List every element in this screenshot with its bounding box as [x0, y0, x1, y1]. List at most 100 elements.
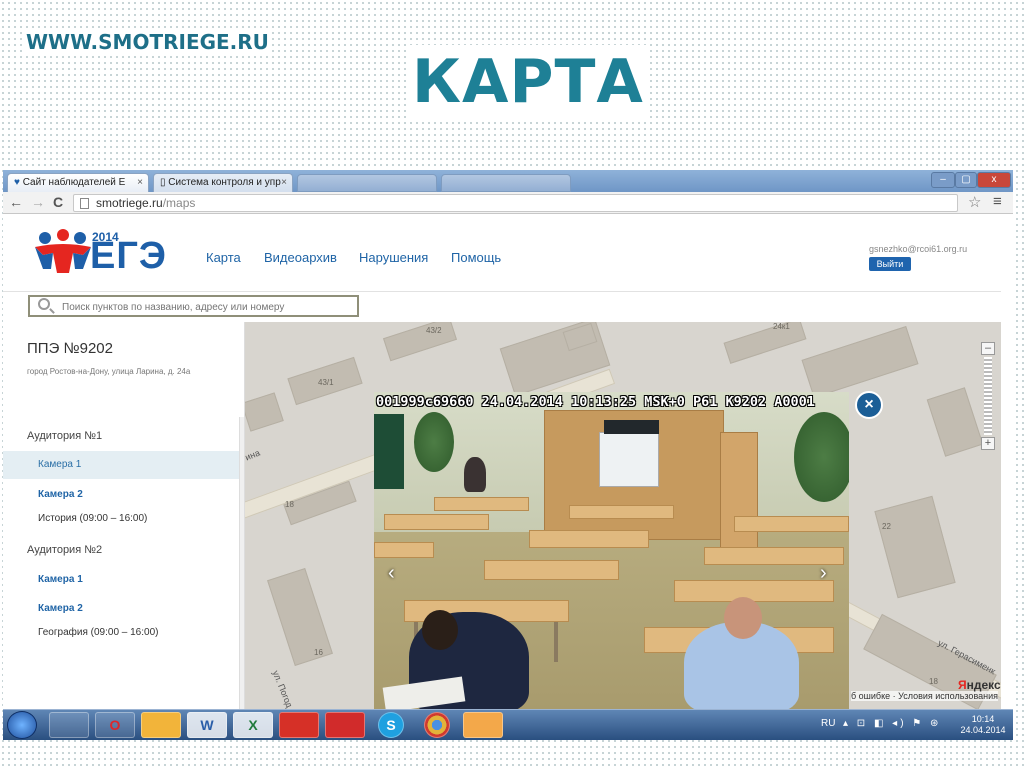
address-domain: smotriege.ru	[96, 196, 163, 210]
system-tray-icons[interactable]: ▴ ⊡ ◧ ◂) ⚑ ⊛	[843, 718, 941, 729]
folder-icon[interactable]	[49, 712, 89, 738]
aud1-subject: История (09:00 – 16:00)	[38, 513, 148, 524]
yandex-logo-rest: ндекс	[966, 678, 1001, 692]
map-building	[874, 495, 956, 599]
outlook-icon[interactable]	[141, 712, 181, 738]
video-desk	[674, 580, 834, 602]
excel-icon[interactable]: X	[233, 712, 273, 738]
video-blackboard	[374, 414, 404, 489]
zoom-slider[interactable]	[984, 357, 992, 435]
video-student-head	[724, 597, 762, 639]
start-orb-icon[interactable]	[7, 711, 37, 739]
tab-blurred[interactable]	[297, 174, 437, 192]
tab-close-icon[interactable]: ×	[281, 177, 287, 188]
video-desk	[384, 514, 489, 530]
aud2-camera-1[interactable]: Камера 1	[38, 574, 83, 585]
video-student-head	[422, 610, 458, 650]
map-building	[267, 568, 333, 666]
video-shelf	[720, 432, 758, 552]
tab-close-icon[interactable]: ×	[137, 177, 143, 188]
yandex-logo[interactable]: Яндекс	[958, 678, 1001, 692]
nav-video-archive[interactable]: Видеоархив	[264, 250, 337, 265]
chrome-icon[interactable]	[424, 712, 450, 738]
clock-time: 10:14	[971, 714, 995, 724]
map-label: 18	[285, 500, 294, 509]
pdf-icon[interactable]	[279, 712, 319, 738]
map-label: 18	[929, 677, 938, 686]
language-indicator[interactable]: RU	[821, 718, 835, 729]
logout-button[interactable]: Выйти	[869, 257, 911, 271]
map-label: 24к1	[773, 322, 790, 331]
prev-camera-icon[interactable]: ‹	[388, 562, 395, 585]
address-bar[interactable]: smotriege.ru/maps	[73, 194, 958, 212]
zoom-in-button[interactable]: +	[981, 437, 995, 450]
auditorium-2-label[interactable]: Аудитория №2	[27, 544, 102, 556]
clock-date: 24.04.2014	[960, 725, 1006, 735]
map-building	[926, 387, 984, 457]
sidebar: ППЭ №9202 город Ростов-на-Дону, улица Ла…	[3, 322, 245, 710]
media-icon[interactable]	[325, 712, 365, 738]
video-desk	[434, 497, 529, 511]
tab-label: Система контроля и упр	[168, 177, 281, 188]
maximize-button[interactable]: ▢	[955, 172, 977, 188]
address-path: /maps	[162, 196, 196, 210]
logo-word: ЕГЭ	[90, 235, 167, 277]
search-bar	[3, 292, 1001, 322]
video-screen	[599, 432, 659, 487]
tab-control-system[interactable]: ▯ Система контроля и упр ×	[153, 173, 293, 192]
skype-icon[interactable]: S	[378, 712, 404, 738]
aud2-subject: География (09:00 – 16:00)	[38, 627, 159, 638]
tab-blurred[interactable]	[441, 174, 571, 192]
map-building	[723, 322, 807, 364]
next-camera-icon[interactable]: ›	[820, 562, 827, 585]
word-icon[interactable]: W	[187, 712, 227, 738]
nav-violations[interactable]: Нарушения	[359, 250, 428, 265]
street-label: ул. Погод	[270, 668, 295, 710]
camera-video-frame[interactable]: 001999c69660 24.04.2014 10:13:25 MSK+0 P…	[374, 392, 849, 710]
browser-menu-icon[interactable]: ≡	[993, 193, 1002, 210]
nav-map[interactable]: Карта	[206, 250, 241, 265]
street-label: ина	[245, 447, 262, 463]
powerpoint-icon[interactable]	[463, 712, 503, 738]
camera-row-selected[interactable]: Камера 1	[3, 451, 239, 479]
tab-strip: ♥ Сайт наблюдателей Е × ▯ Система контро…	[3, 170, 1013, 192]
back-icon[interactable]: ←	[9, 194, 23, 210]
bookmark-star-icon[interactable]: ☆	[968, 193, 981, 211]
aud2-camera-2[interactable]: Камера 2	[38, 603, 83, 614]
browser-toolbar: ← → C smotriege.ru/maps ☆ ≡	[3, 192, 1013, 214]
map-label: 43/1	[318, 378, 334, 387]
map-building	[383, 322, 457, 362]
auditorium-1-label[interactable]: Аудитория №1	[27, 430, 102, 442]
map-building	[245, 392, 284, 432]
search-input[interactable]	[28, 295, 359, 317]
video-desk	[484, 560, 619, 580]
minimize-button[interactable]: –	[931, 172, 955, 188]
video-desk	[569, 505, 674, 519]
forward-icon[interactable]: →	[31, 194, 45, 210]
nav-help[interactable]: Помощь	[451, 250, 501, 265]
clock[interactable]: 10:14 24.04.2014	[958, 714, 1008, 736]
tab-observers-site[interactable]: ♥ Сайт наблюдателей Е ×	[7, 173, 149, 192]
video-desk-leg	[554, 622, 558, 662]
reload-icon[interactable]: C	[53, 194, 63, 210]
video-close-icon[interactable]: ×	[855, 391, 883, 419]
yandex-logo-first: Я	[958, 678, 967, 692]
user-email: gsnezhko@rcoi61.org.ru	[869, 244, 968, 254]
aud1-camera-2[interactable]: Камера 2	[38, 489, 83, 500]
map-label: 16	[314, 648, 323, 657]
video-desk	[529, 530, 649, 548]
close-window-button[interactable]: x	[977, 172, 1011, 188]
map-footer-links[interactable]: б ошибке · Условия использования	[851, 691, 998, 701]
slide-title: КАРТА	[408, 45, 648, 119]
map-label: 43/2	[426, 326, 442, 335]
zoom-out-button[interactable]: –	[981, 342, 995, 355]
tab-favicon-icon: ♥	[14, 177, 20, 188]
video-person	[464, 457, 486, 492]
windows-taskbar: O W X S RU ▴ ⊡ ◧ ◂) ⚑ ⊛ 10:14 24.04.2014	[3, 709, 1013, 740]
browser-screenshot: ♥ Сайт наблюдателей Е × ▯ Система контро…	[3, 170, 1013, 740]
aud1-camera-1[interactable]: Камера 1	[38, 459, 81, 470]
map-zoom-control[interactable]: – +	[981, 342, 995, 452]
video-desk	[734, 516, 849, 532]
video-projector	[604, 420, 659, 434]
opera-icon[interactable]: O	[95, 712, 135, 738]
